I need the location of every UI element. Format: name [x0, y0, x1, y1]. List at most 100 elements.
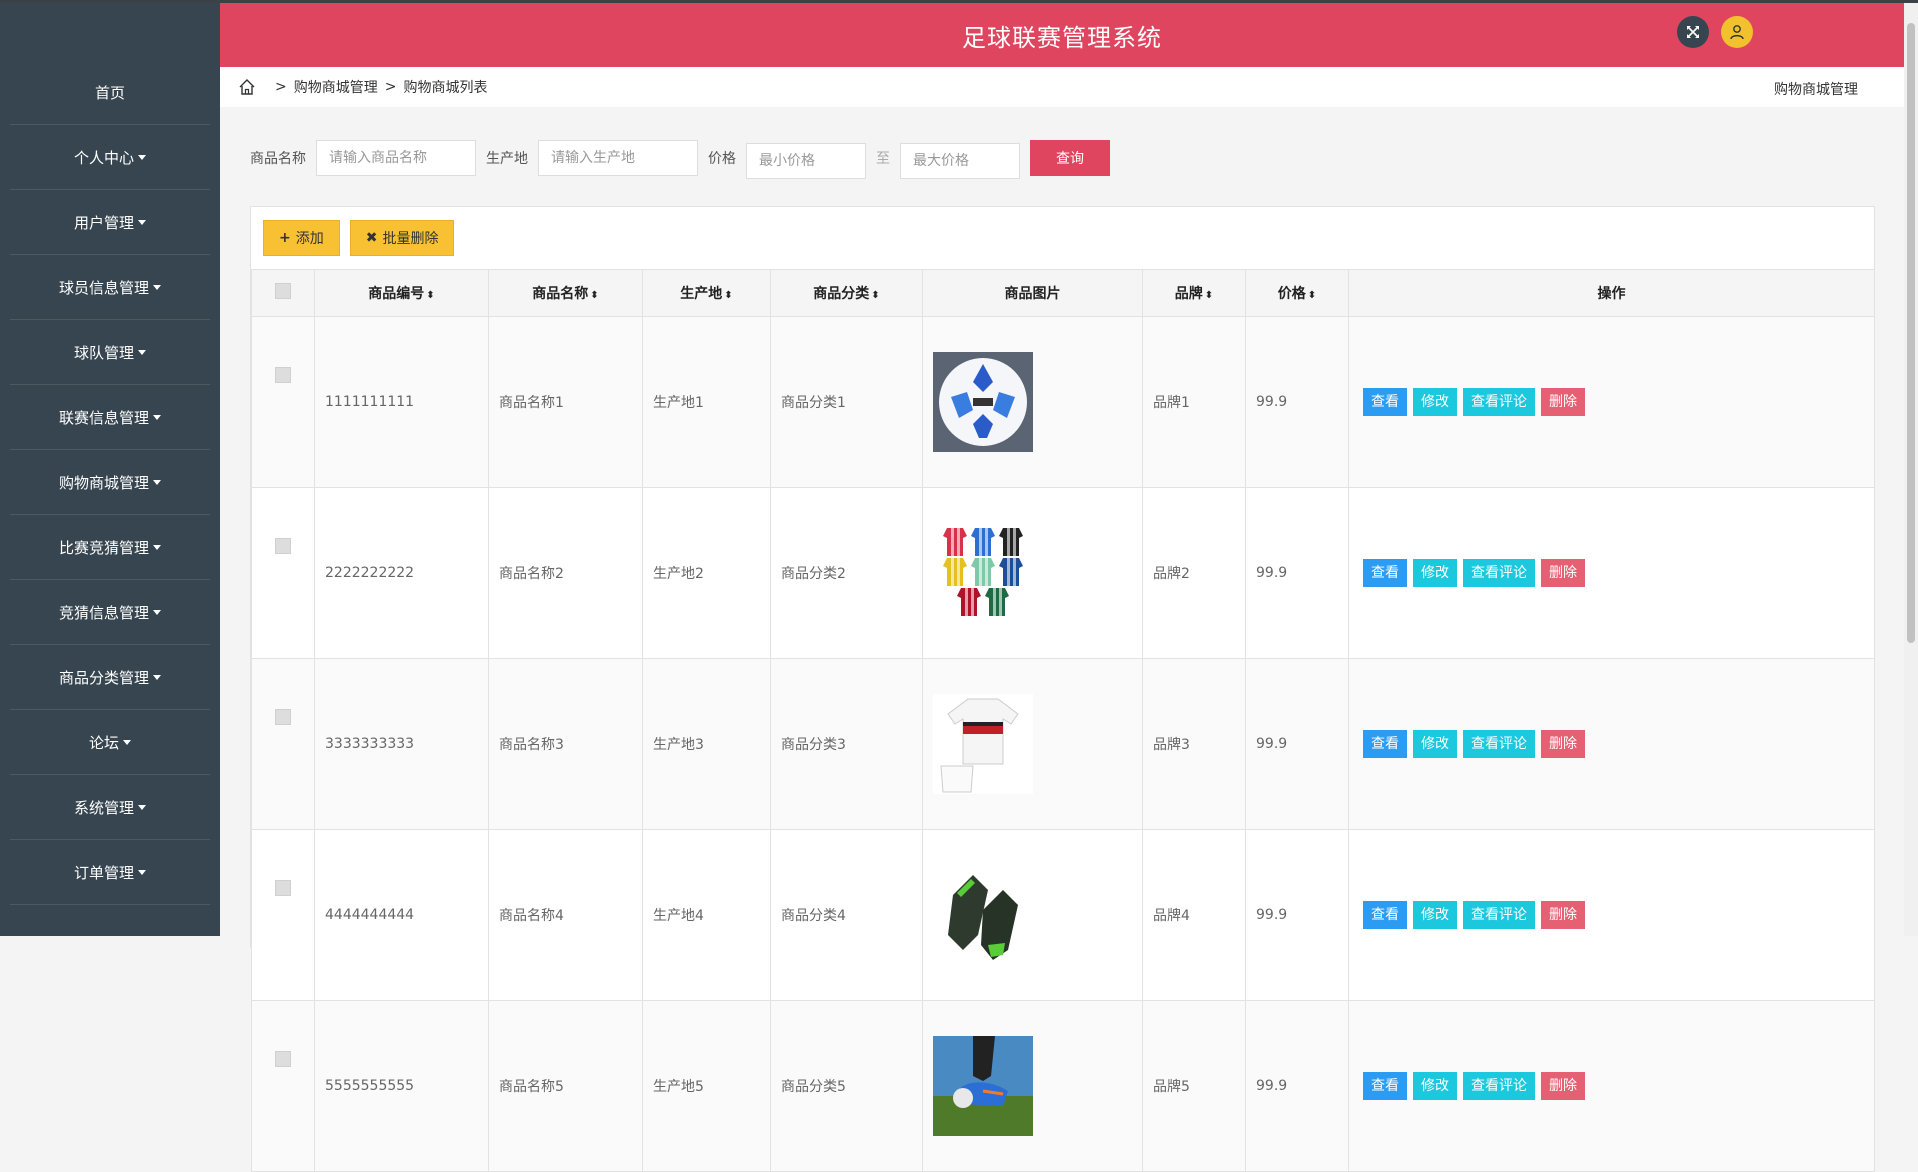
product-table-panel: + 添加 ✖ 批量删除 商品编号 ⬍ 商品名称 ⬍ 生产地 ⬍ 商品分类 ⬍ 商品图片 … — [250, 206, 1875, 1172]
ops-cell: 查看 修改 查看评论 删除 — [1348, 829, 1875, 1001]
view-button[interactable]: 查看 — [1363, 730, 1407, 758]
brand-cell: 品牌1 — [1142, 316, 1246, 488]
row-checkbox[interactable] — [275, 880, 291, 896]
sidebar-item-12[interactable]: 订单管理 — [10, 841, 210, 905]
sidebar-item-3[interactable]: 球员信息管理 — [10, 256, 210, 320]
caret-down-icon — [153, 415, 161, 420]
sort-icon: ⬍ — [871, 290, 880, 301]
cell-text: 商品分类1 — [781, 395, 846, 411]
origin-search-input[interactable] — [538, 140, 698, 176]
delete-button[interactable]: 删除 — [1541, 730, 1585, 758]
col-category[interactable]: 商品分类 ⬍ — [770, 269, 923, 317]
query-button[interactable]: 查询 — [1030, 140, 1110, 176]
delete-button[interactable]: 删除 — [1541, 901, 1585, 929]
col-origin[interactable]: 生产地 ⬍ — [642, 269, 771, 317]
image-cell — [922, 829, 1143, 1001]
expand-icon — [1687, 26, 1699, 38]
col-code[interactable]: 商品编号 ⬍ — [314, 269, 489, 317]
category-cell: 商品分类3 — [770, 658, 923, 830]
view-button[interactable]: 查看 — [1363, 388, 1407, 416]
breadcrumb-level1[interactable]: 购物商城管理 — [294, 77, 378, 97]
table-row: 1111111111 商品名称1 生产地1 商品分类1 品牌1 99.9 查看 修改 查看评论删… — [251, 316, 1875, 488]
search-form: 商品名称 生产地 价格 至 查询 — [250, 137, 1110, 179]
row-checkbox[interactable] — [275, 709, 291, 725]
col-name[interactable]: 商品名称 ⬍ — [488, 269, 643, 317]
delete-button[interactable]: 删除 — [1541, 1072, 1585, 1100]
view-reviews-button[interactable]: 查看评论 — [1463, 901, 1535, 929]
sidebar-item-label: 比赛竞猜管理 — [58, 539, 149, 557]
max-price-input[interactable] — [900, 143, 1020, 179]
brand-cell: 品牌2 — [1142, 487, 1246, 659]
name-search-input[interactable] — [316, 140, 476, 176]
row-checkbox[interactable] — [275, 367, 291, 383]
top-header: 足球联赛管理系统 — [220, 3, 1904, 67]
min-price-input[interactable] — [746, 143, 866, 179]
cell-text: 品牌4 — [1153, 908, 1190, 924]
edit-button[interactable]: 修改 — [1413, 1072, 1457, 1100]
edit-button[interactable]: 修改 — [1413, 730, 1457, 758]
code-cell: 3333333333 — [314, 658, 489, 830]
view-button[interactable]: 查看 — [1363, 1072, 1407, 1100]
cell-text: 商品名称2 — [499, 566, 564, 582]
origin-cell: 生产地5 — [642, 1000, 771, 1172]
add-button[interactable]: + 添加 — [263, 220, 340, 256]
edit-button[interactable]: 修改 — [1413, 901, 1457, 929]
delete-button[interactable]: 删除 — [1541, 388, 1585, 416]
sidebar-item-7[interactable]: 比赛竞猜管理 — [10, 516, 210, 580]
price-cell: 99.9 — [1245, 658, 1349, 830]
code-cell: 2222222222 — [314, 487, 489, 659]
sidebar-item-5[interactable]: 联赛信息管理 — [10, 386, 210, 450]
sidebar-item-label: 个人中心 — [73, 149, 134, 167]
boots-image — [933, 1036, 1141, 1136]
cell-text: 商品分类5 — [781, 1079, 846, 1095]
sidebar-item-1[interactable]: 个人中心 — [10, 126, 210, 190]
edit-button[interactable]: 修改 — [1413, 559, 1457, 587]
category-cell: 商品分类5 — [770, 1000, 923, 1172]
sidebar-item-label: 竞猜信息管理 — [58, 604, 149, 622]
page-scrollbar[interactable] — [1904, 3, 1918, 936]
breadcrumb-level2: 购物商城列表 — [403, 80, 488, 96]
cell-text: 4444444444 — [325, 907, 415, 923]
select-all-checkbox[interactable] — [275, 283, 291, 299]
view-reviews-button[interactable]: 查看评论 — [1463, 730, 1535, 758]
row-checkbox[interactable] — [275, 538, 291, 554]
sidebar-item-6[interactable]: 购物商城管理 — [10, 451, 210, 515]
view-reviews-button[interactable]: 查看评论 — [1463, 388, 1535, 416]
cell-text: 99.9 — [1256, 736, 1288, 752]
breadcrumb: > 购物商城管理 > 购物商城列表 购物商城管理 — [220, 67, 1904, 107]
batch-delete-button[interactable]: ✖ 批量删除 — [349, 220, 455, 256]
code-cell: 1111111111 — [314, 316, 489, 488]
view-reviews-button[interactable]: 查看评论 — [1463, 559, 1535, 587]
sidebar-item-4[interactable]: 球队管理 — [10, 321, 210, 385]
user-icon — [1730, 25, 1744, 40]
sidebar-item-2[interactable]: 用户管理 — [10, 191, 210, 255]
cell-text: 品牌5 — [1153, 1079, 1190, 1095]
sidebar-item-11[interactable]: 系统管理 — [10, 776, 210, 840]
breadcrumb-separator: > — [275, 79, 287, 95]
sidebar-item-8[interactable]: 竞猜信息管理 — [10, 581, 210, 645]
cell-text: 5555555555 — [325, 1078, 415, 1094]
origin-label: 生产地 — [486, 151, 528, 167]
fullscreen-button[interactable] — [1677, 16, 1709, 48]
col-brand[interactable]: 品牌 ⬍ — [1142, 269, 1246, 317]
price-label: 价格 — [708, 151, 736, 167]
delete-button[interactable]: 删除 — [1541, 559, 1585, 587]
edit-button[interactable]: 修改 — [1413, 388, 1457, 416]
kit-image — [933, 694, 1141, 794]
sidebar-item-10[interactable]: 论坛 — [10, 711, 210, 775]
sidebar-item-0[interactable]: 首页 — [10, 61, 210, 125]
col-price[interactable]: 价格 ⬍ — [1245, 269, 1349, 317]
scrollbar-thumb[interactable] — [1907, 23, 1915, 643]
sidebar-item-9[interactable]: 商品分类管理 — [10, 646, 210, 710]
code-cell: 4444444444 — [314, 829, 489, 1001]
view-button[interactable]: 查看 — [1363, 901, 1407, 929]
view-button[interactable]: 查看 — [1363, 559, 1407, 587]
row-checkbox[interactable] — [275, 1051, 291, 1067]
view-reviews-button[interactable]: 查看评论 — [1463, 1072, 1535, 1100]
user-avatar-button[interactable] — [1721, 16, 1753, 48]
brand-cell: 品牌4 — [1142, 829, 1246, 1001]
home-icon[interactable] — [238, 78, 256, 96]
add-button-label: 添加 — [295, 231, 324, 247]
select-all-cell — [251, 269, 315, 317]
name-cell: 商品名称1 — [488, 316, 643, 488]
